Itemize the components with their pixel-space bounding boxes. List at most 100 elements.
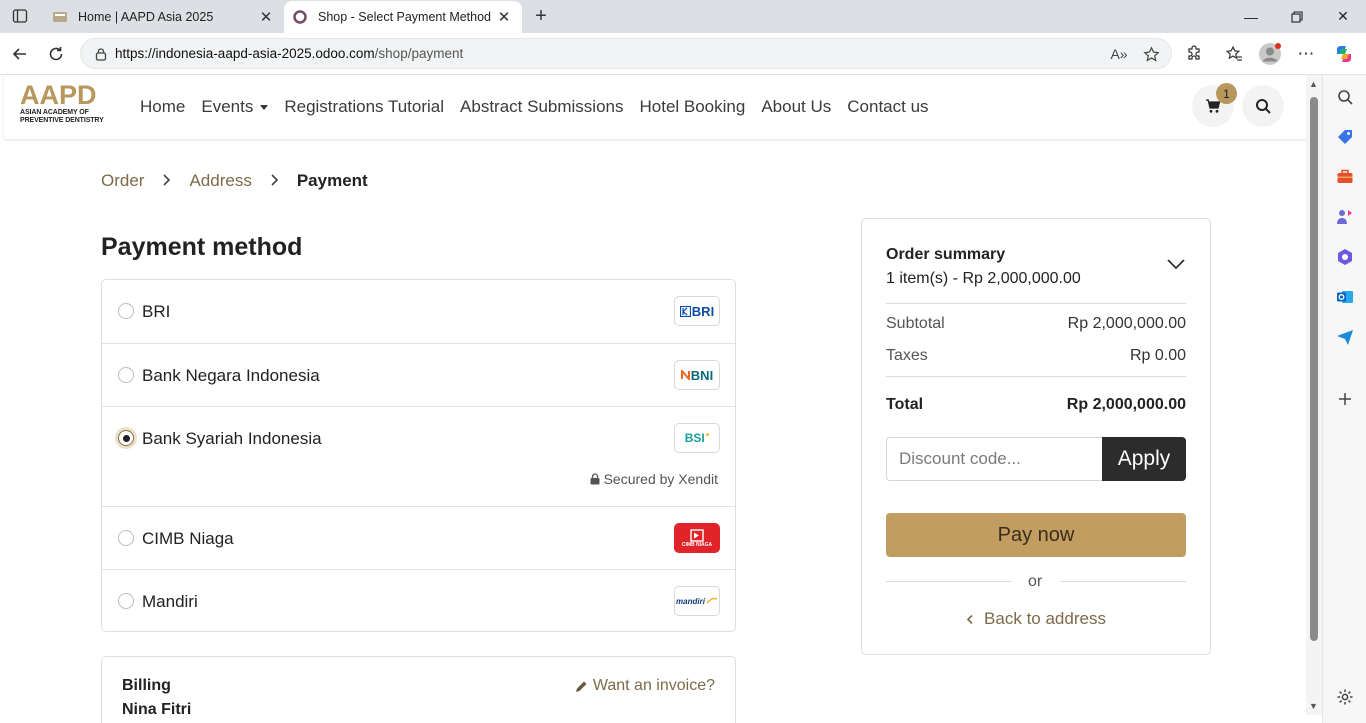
search-icon [1255, 98, 1271, 114]
payment-option-bri[interactable]: BRI BRI [102, 280, 735, 343]
favorite-star-icon[interactable] [1139, 42, 1163, 66]
edge-sidebar [1322, 75, 1366, 723]
payment-option-label: BRI [142, 302, 171, 321]
billing-name: Nina Fitri [122, 701, 192, 718]
address-bar[interactable]: https://indonesia-aapd-asia-2025.odoo.co… [80, 38, 1172, 69]
sidebar-search-icon[interactable] [1335, 87, 1355, 107]
want-invoice-link[interactable]: Want an invoice? [575, 677, 715, 695]
close-window-button[interactable]: ✕ [1320, 0, 1366, 33]
nav-contact-us[interactable]: Contact us [847, 97, 928, 117]
nav-about-us[interactable]: About Us [761, 97, 831, 117]
tab-title: Shop - Select Payment Method | [318, 10, 492, 24]
payment-radio[interactable] [118, 303, 134, 319]
payment-option-label: CIMB Niaga [142, 529, 234, 548]
sidebar-shopping-icon[interactable] [1335, 127, 1355, 147]
payment-radio[interactable] [118, 530, 134, 546]
restore-button[interactable] [1274, 0, 1320, 33]
browser-tab-home[interactable]: Home | AAPD Asia 2025 ✕ [44, 0, 284, 33]
back-button[interactable] [6, 40, 34, 68]
payment-option-cimb-niaga[interactable]: CIMB Niaga CIMB NIAGA [102, 506, 735, 569]
payment-method-list: BRI BRI Bank Negara Indonesia BNI Bank S… [101, 279, 736, 632]
puzzle-icon [1188, 45, 1200, 60]
sidebar-games-icon[interactable] [1335, 207, 1355, 227]
favorites-button[interactable] [1220, 40, 1248, 68]
cart-count-badge: 1 [1216, 83, 1237, 104]
breadcrumb-order[interactable]: Order [101, 171, 144, 191]
chevron-down-icon [1167, 259, 1185, 270]
sidebar-settings-icon[interactable] [1335, 687, 1355, 707]
payment-radio[interactable] [118, 593, 134, 609]
cimb-niaga-logo-icon: CIMB NIAGA [674, 523, 720, 553]
scroll-thumb[interactable] [1310, 97, 1318, 641]
checkout-breadcrumb: Order Address Payment [101, 171, 368, 191]
sidebar-tools-icon[interactable] [1335, 167, 1355, 187]
extensions-button[interactable] [1180, 40, 1208, 68]
back-to-address-link[interactable]: Back to address [862, 609, 1210, 629]
copilot-button[interactable] [1330, 40, 1358, 68]
subtotal-label: Subtotal [886, 315, 945, 332]
order-summary-title: Order summary [886, 246, 1006, 263]
scroll-down-icon[interactable]: ▼ [1309, 701, 1318, 711]
sidebar-copilot-icon[interactable] [1335, 247, 1355, 267]
url-text: https://indonesia-aapd-asia-2025.odoo.co… [115, 46, 464, 61]
breadcrumb-payment: Payment [296, 171, 368, 190]
restore-icon [1291, 10, 1303, 23]
pay-now-button[interactable]: Pay now [886, 513, 1186, 557]
chevron-right-icon [270, 173, 279, 189]
sidebar-send-icon[interactable] [1335, 327, 1355, 347]
payment-radio[interactable] [118, 367, 134, 383]
subtotal-value: Rp 2,000,000.00 [1067, 315, 1186, 332]
payment-option-mandiri[interactable]: Mandiri mandiri [102, 569, 735, 632]
order-summary-card: Order summary 1 item(s) - Rp 2,000,000.0… [861, 218, 1211, 655]
tab-actions-button[interactable] [6, 4, 34, 28]
page-scrollbar[interactable]: ▲ ▼ [1306, 75, 1322, 715]
site-info-icon[interactable] [87, 47, 115, 61]
nav-hotel-booking[interactable]: Hotel Booking [639, 97, 745, 117]
minimize-button[interactable]: — [1228, 0, 1274, 33]
cart-button[interactable]: 1 [1192, 83, 1237, 127]
read-aloud-icon[interactable]: A» [1107, 42, 1131, 66]
secured-by-xendit: Secured by Xendit [590, 471, 718, 487]
browser-tab-bar: Home | AAPD Asia 2025 ✕ Shop - Select Pa… [0, 0, 1366, 33]
odoo-favicon-icon [292, 9, 308, 25]
close-tab-icon[interactable]: ✕ [492, 5, 516, 29]
nav-registrations-tutorial[interactable]: Registrations Tutorial [284, 97, 444, 117]
sidebar-outlook-icon[interactable] [1335, 287, 1355, 307]
pencil-icon [575, 681, 587, 692]
sidebar-add-icon[interactable] [1335, 389, 1355, 409]
total-value: Rp 2,000,000.00 [1066, 396, 1186, 413]
search-button[interactable] [1242, 85, 1284, 127]
site-favicon-icon [52, 9, 68, 25]
aapd-logo[interactable]: AAPD ASIAN ACADEMY OF PREVENTIVE DENTIST… [20, 81, 110, 129]
refresh-icon [49, 47, 63, 61]
payment-option-bsi[interactable]: Bank Syariah Indonesia BSI • Secured by X… [102, 406, 735, 506]
nav-abstract-submissions[interactable]: Abstract Submissions [460, 97, 623, 117]
mandiri-logo-icon: mandiri [674, 586, 720, 616]
profile-button[interactable] [1256, 40, 1284, 68]
more-menu-button[interactable]: ⋯ [1292, 40, 1320, 68]
lock-icon [590, 473, 600, 485]
chevron-left-icon [966, 614, 973, 624]
nav-events[interactable]: Events [201, 97, 269, 117]
expand-summary-button[interactable] [1166, 257, 1186, 275]
divider [886, 581, 1012, 582]
caret-down-icon [260, 104, 269, 110]
close-tab-icon[interactable]: ✕ [254, 5, 278, 29]
bni-logo-icon: BNI [674, 360, 720, 390]
payment-option-bni[interactable]: Bank Negara Indonesia BNI [102, 343, 735, 406]
payment-radio-selected[interactable] [118, 430, 134, 446]
apply-discount-button[interactable]: Apply [1102, 437, 1186, 481]
order-summary-items: 1 item(s) - Rp 2,000,000.00 [886, 270, 1081, 287]
main-nav: Home Events Registrations Tutorial Abstr… [140, 75, 945, 139]
scroll-up-icon[interactable]: ▲ [1309, 79, 1318, 89]
breadcrumb-address[interactable]: Address [189, 171, 251, 191]
discount-code-input[interactable] [886, 437, 1104, 481]
refresh-button[interactable] [42, 40, 70, 68]
bsi-logo-icon: BSI • [674, 423, 720, 453]
payment-method-heading: Payment method [101, 233, 303, 261]
copilot-icon [1337, 46, 1351, 62]
browser-tab-payment[interactable]: Shop - Select Payment Method | ✕ [284, 1, 522, 33]
new-tab-button[interactable]: + [528, 3, 554, 29]
nav-home[interactable]: Home [140, 97, 185, 117]
payment-option-label: Bank Syariah Indonesia [142, 429, 322, 448]
